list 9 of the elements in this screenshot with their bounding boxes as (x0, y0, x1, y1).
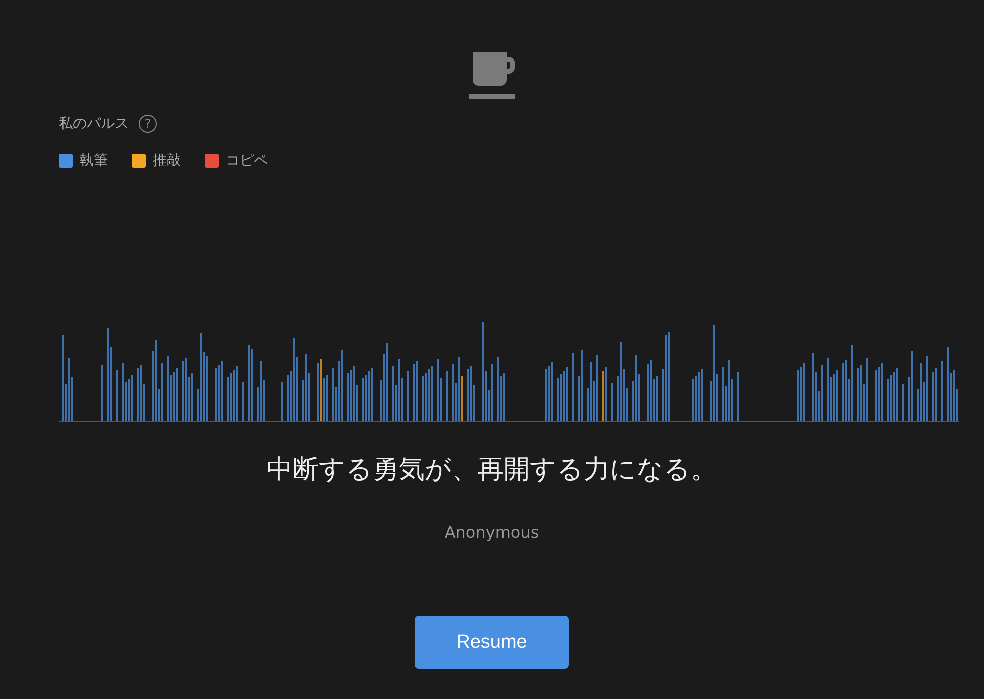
legend-label: 執筆 (80, 152, 108, 170)
section-title: 私のパルス (59, 115, 129, 133)
legend-label: 推敲 (153, 152, 181, 170)
quote-text: 中断する勇気が、再開する力になる。 (266, 454, 718, 487)
quote-author: Anonymous (444, 523, 540, 542)
resume-button[interactable]: Resume (415, 616, 569, 669)
help-icon[interactable]: ? (139, 115, 157, 133)
legend-label: コピペ (226, 152, 268, 170)
coffee-cup-icon (469, 52, 515, 100)
